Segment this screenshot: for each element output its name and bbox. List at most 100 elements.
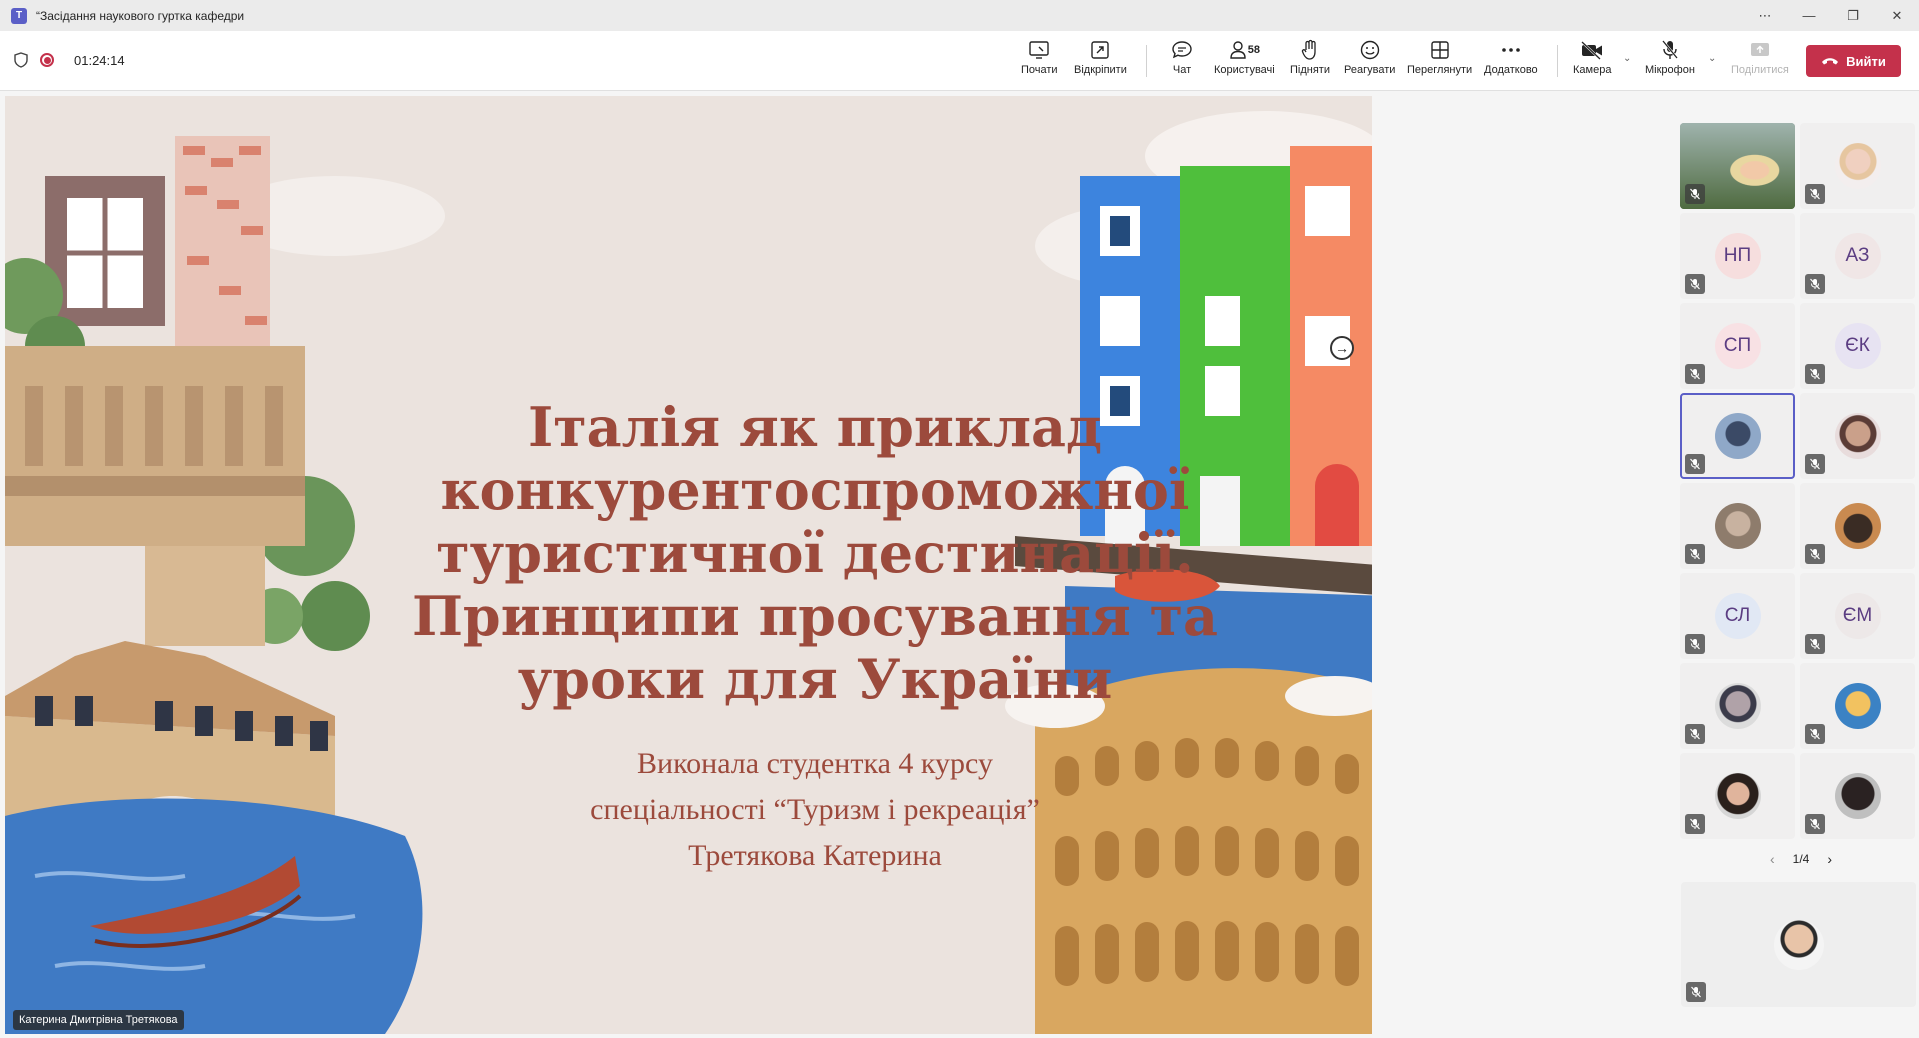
- shield-icon: [14, 52, 28, 68]
- slide-title-line: Принципи просування та: [411, 584, 1219, 648]
- participant-photo: [1834, 143, 1881, 189]
- mic-muted-icon: [1685, 634, 1705, 654]
- react-button[interactable]: Реагувати: [1344, 37, 1395, 85]
- raise-label: Підняти: [1290, 64, 1330, 76]
- view-label: Переглянути: [1407, 64, 1473, 76]
- start-button[interactable]: Почати: [1021, 37, 1058, 85]
- more-button[interactable]: Додатково: [1484, 37, 1538, 85]
- previous-page-icon[interactable]: ‹: [1770, 851, 1775, 867]
- view-button[interactable]: Переглянути: [1407, 37, 1472, 85]
- slide-title-line: туристичної дестинації.: [436, 521, 1194, 585]
- users-count: 58: [1247, 44, 1260, 56]
- mic-muted-icon: [1686, 982, 1706, 1002]
- share-label: Поділитися: [1731, 64, 1789, 76]
- hand-icon: [1300, 37, 1320, 63]
- mic-muted-icon: [1805, 184, 1825, 204]
- raise-hand-button[interactable]: Підняти: [1290, 37, 1330, 85]
- participant-tile[interactable]: [1800, 483, 1915, 569]
- close-icon[interactable]: ✕: [1875, 0, 1919, 31]
- participant-tile[interactable]: [1800, 663, 1915, 749]
- participant-photo: [1834, 503, 1881, 549]
- participant-initials-avatar: СП: [1714, 323, 1761, 369]
- next-page-icon[interactable]: ›: [1827, 851, 1832, 867]
- share-screen-icon: [1749, 37, 1771, 63]
- camera-label: Камера: [1573, 64, 1612, 76]
- microphone-button[interactable]: Мікрофон: [1645, 37, 1695, 85]
- mic-muted-icon: [1805, 544, 1825, 564]
- participant-tile[interactable]: [1800, 753, 1915, 839]
- meeting-timer: 01:24:14: [74, 52, 125, 68]
- participant-photo: [1714, 773, 1761, 819]
- presenter-name-label: Катерина Дмитрівна Третякова: [13, 1010, 184, 1030]
- pop-out-icon: [1090, 37, 1110, 63]
- slide-subtitle-line: Третякова Катерина: [688, 839, 942, 872]
- mic-label: Мікрофон: [1645, 64, 1695, 76]
- chat-label: Чат: [1172, 64, 1192, 76]
- slide-title-line: Італія як приклад: [527, 395, 1103, 459]
- mic-muted-icon: [1685, 364, 1705, 384]
- chat-button[interactable]: Чат: [1171, 37, 1193, 85]
- emoji-icon: [1359, 37, 1381, 63]
- minimize-icon[interactable]: —: [1787, 0, 1831, 31]
- slide-title: Італія як приклад конкурентоспроможної т…: [405, 396, 1225, 711]
- participant-tile[interactable]: СЛ: [1680, 573, 1795, 659]
- participant-initials-avatar: АЗ: [1834, 233, 1881, 279]
- participant-tile[interactable]: [1800, 393, 1915, 479]
- page-indicator: 1/4: [1792, 852, 1810, 866]
- slide-title-line: уроки для України: [517, 647, 1113, 711]
- participant-photo: [1834, 773, 1881, 819]
- window-more-icon[interactable]: ⋯: [1743, 0, 1787, 31]
- participant-tile[interactable]: [1680, 753, 1795, 839]
- participant-tile[interactable]: [1680, 393, 1795, 479]
- react-label: Реагувати: [1344, 64, 1396, 76]
- mic-muted-icon: [1685, 724, 1705, 744]
- share-button[interactable]: Поділитися: [1731, 37, 1789, 85]
- participant-tile[interactable]: ЄК: [1800, 303, 1915, 389]
- users-button[interactable]: 58 Користувачі: [1214, 37, 1275, 85]
- slide-title-line: конкурентоспроможної: [440, 458, 1190, 522]
- participant-tile[interactable]: НП: [1680, 213, 1795, 299]
- camera-options-chevron-icon[interactable]: ⌄: [1623, 53, 1631, 64]
- participant-tile[interactable]: [1680, 483, 1795, 569]
- mic-muted-icon: [1805, 274, 1825, 294]
- slide-subtitle-line: спеціальності “Туризм і рекреація”: [590, 793, 1040, 826]
- mic-muted-icon: [1805, 364, 1825, 384]
- meeting-toolbar: 01:24:14 Почати Відкріпити Чат 58 Корист…: [0, 31, 1919, 91]
- people-icon: 58: [1229, 37, 1260, 63]
- participant-photo: [1834, 413, 1881, 459]
- self-video-tile[interactable]: [1681, 882, 1916, 1007]
- unpin-button[interactable]: Відкріпити: [1074, 37, 1127, 85]
- toolbar-divider: [1146, 45, 1147, 77]
- mic-off-icon: [1660, 37, 1680, 63]
- slide-subtitle-line: Виконала студентка 4 курсу: [637, 747, 993, 780]
- participant-photo: [1714, 683, 1761, 729]
- camera-button[interactable]: Камера: [1573, 37, 1611, 85]
- window-controls: ⋯ — ❐ ✕: [1743, 0, 1919, 31]
- participant-tile[interactable]: [1680, 123, 1795, 209]
- participant-initials-avatar: СЛ: [1714, 593, 1761, 639]
- participant-tile[interactable]: СП: [1680, 303, 1795, 389]
- participant-tile[interactable]: АЗ: [1800, 213, 1915, 299]
- participant-initials-avatar: НП: [1714, 233, 1761, 279]
- mic-muted-icon: [1805, 814, 1825, 834]
- unpin-label: Відкріпити: [1074, 64, 1127, 76]
- mic-muted-icon: [1685, 814, 1705, 834]
- present-icon: [1028, 37, 1050, 63]
- mic-muted-icon: [1685, 274, 1705, 294]
- more-icon: [1501, 37, 1521, 63]
- leave-label: Вийти: [1846, 53, 1886, 69]
- participant-tile[interactable]: [1680, 663, 1795, 749]
- restore-icon[interactable]: ❐: [1831, 0, 1875, 31]
- users-label: Користувачі: [1214, 64, 1275, 76]
- participant-tile[interactable]: ЄМ: [1800, 573, 1915, 659]
- shared-screen-stage: → Італія як приклад конкурентоспроможної…: [5, 96, 1675, 1034]
- participant-photo: [1714, 413, 1761, 459]
- participant-tile[interactable]: [1800, 123, 1915, 209]
- chat-icon: [1171, 37, 1193, 63]
- leave-button[interactable]: Вийти: [1806, 45, 1901, 77]
- teams-logo-icon: T: [11, 7, 27, 24]
- slide-subtitle: Виконала студентка 4 курсу спеціальності…: [405, 741, 1225, 879]
- mic-options-chevron-icon[interactable]: ⌄: [1708, 53, 1716, 64]
- participant-photo: [1834, 683, 1881, 729]
- presenter-pointer-icon: →: [1330, 336, 1354, 360]
